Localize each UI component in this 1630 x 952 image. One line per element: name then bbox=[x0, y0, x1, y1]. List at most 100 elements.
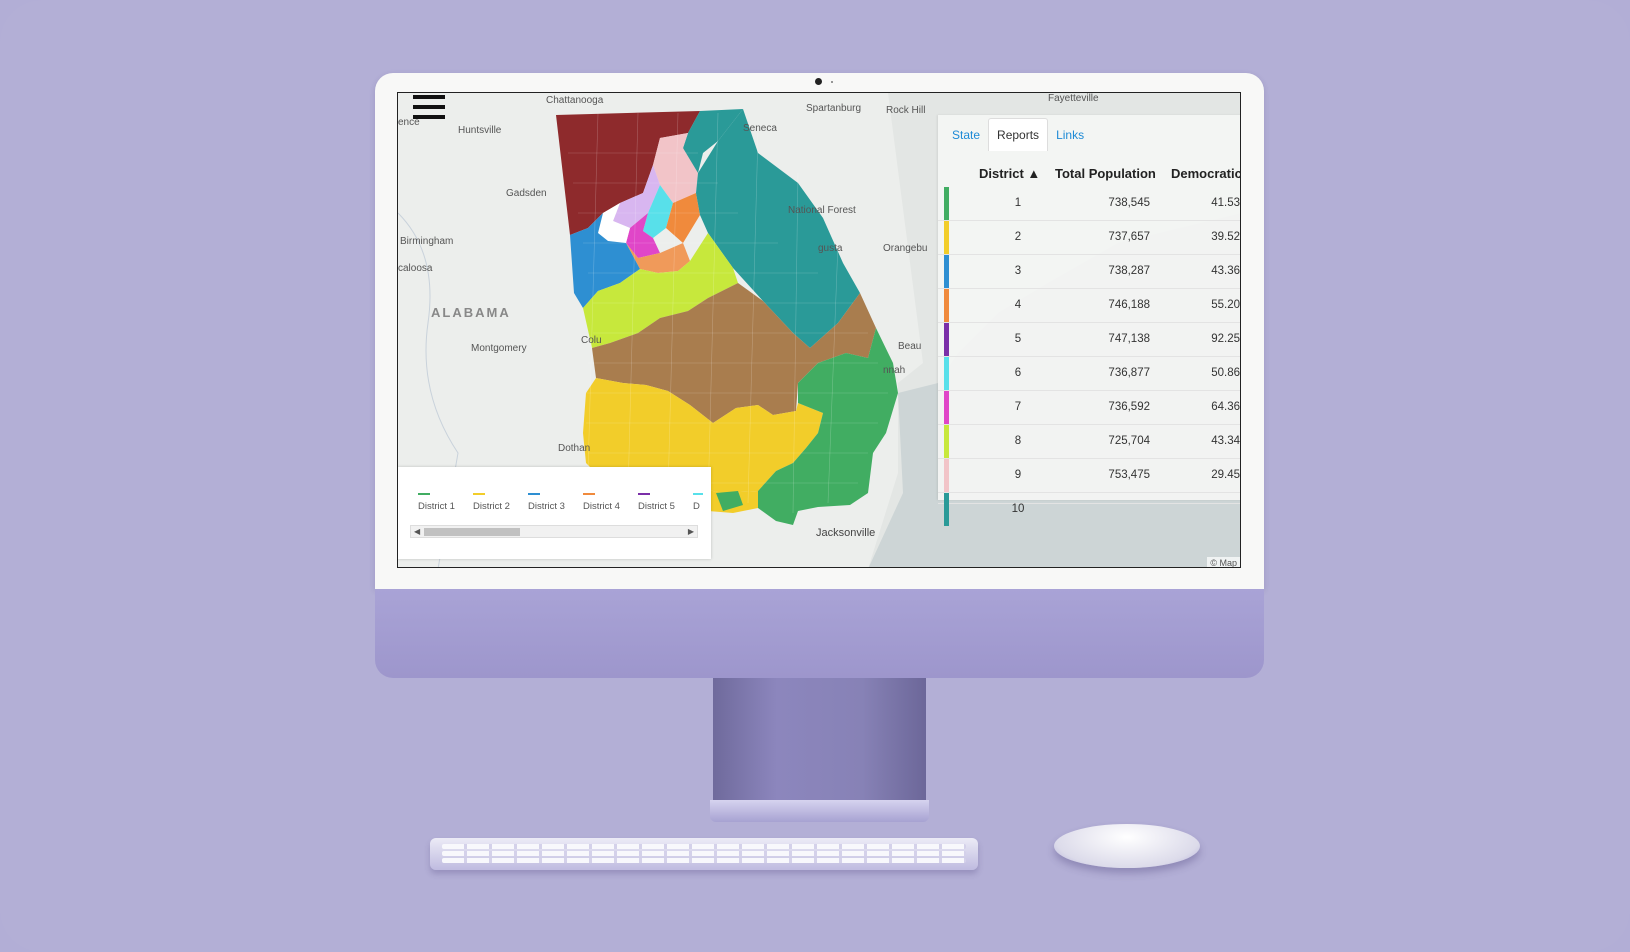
map-label-city: Orangebu bbox=[883, 243, 928, 254]
district-number: 7 bbox=[1014, 401, 1022, 413]
scroll-thumb[interactable] bbox=[424, 528, 520, 536]
tab-links[interactable]: Links bbox=[1048, 119, 1092, 151]
legend-line-icon bbox=[583, 493, 595, 495]
population-cell: 737,657 bbox=[1108, 231, 1150, 243]
camera bbox=[815, 78, 822, 85]
democratic-cell: 43.36 bbox=[1211, 265, 1240, 277]
legend-items: District 1 District 2 District 3 District 4… bbox=[418, 493, 703, 517]
legend-line-icon bbox=[473, 493, 485, 495]
map-label-city: Montgomery bbox=[471, 343, 527, 354]
app-screen: Chattanooga Spartanburg Rock Hill Fayett… bbox=[397, 92, 1241, 568]
legend-label: District 4 bbox=[583, 501, 620, 512]
map-label-text: National Forest bbox=[788, 205, 856, 216]
mouse bbox=[1054, 824, 1200, 868]
reports-panel: State Reports Links District ▲ Total Pop… bbox=[938, 115, 1240, 526]
district-color-swatch bbox=[944, 289, 949, 322]
district-color-swatch bbox=[944, 493, 949, 526]
district-table: 1 738,545 41.53 2 737,657 39.52 3 738,287 43.36 4… bbox=[938, 187, 1240, 526]
menu-icon[interactable] bbox=[413, 95, 445, 119]
democratic-cell: 43.34 bbox=[1211, 435, 1240, 447]
democratic-cell: 29.45 bbox=[1211, 469, 1240, 481]
population-cell: 738,287 bbox=[1108, 265, 1150, 277]
map-label-city: Fayetteville bbox=[1048, 93, 1099, 104]
map-label-city: Dothan bbox=[558, 443, 591, 454]
district-number: 10 bbox=[1011, 503, 1025, 515]
legend-line-icon bbox=[693, 493, 703, 495]
legend-label: District 2 bbox=[473, 501, 510, 512]
democratic-cell: 55.20 bbox=[1211, 299, 1240, 311]
legend-scrollbar[interactable]: ◀ ▶ bbox=[410, 525, 698, 538]
population-cell: 736,877 bbox=[1108, 367, 1150, 379]
district-number: 6 bbox=[1014, 367, 1022, 379]
democratic-cell: 50.86 bbox=[1211, 367, 1240, 379]
table-row[interactable]: 2 737,657 39.52 bbox=[938, 221, 1240, 255]
table-row[interactable]: 8 725,704 43.34 bbox=[938, 425, 1240, 459]
map-attribution[interactable]: © Map bbox=[1207, 557, 1240, 567]
table-row[interactable]: 3 738,287 43.36 bbox=[938, 255, 1240, 289]
legend-line-icon bbox=[418, 493, 430, 495]
map-label-city: Huntsville bbox=[458, 125, 502, 136]
democratic-cell: 64.36 bbox=[1211, 401, 1240, 413]
district-color-swatch bbox=[944, 425, 949, 458]
map-label-city: Seneca bbox=[743, 123, 777, 134]
legend-item[interactable]: District 4 bbox=[583, 493, 635, 512]
panel-tabs: State Reports Links bbox=[938, 115, 1092, 151]
district-legend: District 1 District 2 District 3 District 4… bbox=[398, 467, 711, 559]
device-background: Chattanooga Spartanburg Rock Hill Fayett… bbox=[0, 0, 1630, 952]
district-number: 2 bbox=[1014, 231, 1022, 243]
column-header-democratic[interactable]: Democratic bbox=[1171, 166, 1240, 181]
population-cell: 746,188 bbox=[1108, 299, 1150, 311]
map-label-city: Jacksonville bbox=[816, 527, 876, 539]
camera-sensor bbox=[831, 81, 833, 83]
table-row[interactable]: 4 746,188 55.20 bbox=[938, 289, 1240, 323]
map-label-city: gusta bbox=[818, 243, 843, 254]
population-cell: 736,592 bbox=[1108, 401, 1150, 413]
legend-item[interactable]: District 1 bbox=[418, 493, 470, 512]
table-row[interactable]: 9 753,475 29.45 bbox=[938, 459, 1240, 493]
population-cell: 725,704 bbox=[1108, 435, 1150, 447]
legend-label: D bbox=[693, 501, 700, 512]
scroll-left-icon[interactable]: ◀ bbox=[414, 527, 420, 536]
table-header: District ▲ Total Population Democratic bbox=[938, 159, 1240, 187]
district-number: 5 bbox=[1014, 333, 1022, 345]
population-cell: 738,545 bbox=[1108, 197, 1150, 209]
democratic-cell: 92.25 bbox=[1211, 333, 1240, 345]
tab-state[interactable]: State bbox=[944, 119, 988, 151]
district-color-swatch bbox=[944, 255, 949, 288]
column-header-district[interactable]: District ▲ bbox=[979, 166, 1040, 181]
legend-label: District 5 bbox=[638, 501, 675, 512]
district-number: 8 bbox=[1014, 435, 1022, 447]
keyboard-row bbox=[442, 851, 966, 856]
table-row[interactable]: 10 bbox=[938, 493, 1240, 526]
legend-item[interactable]: D bbox=[693, 493, 703, 512]
democratic-cell: 39.52 bbox=[1211, 231, 1240, 243]
legend-line-icon bbox=[528, 493, 540, 495]
monitor-stand bbox=[713, 678, 926, 803]
district-color-swatch bbox=[944, 459, 949, 492]
keyboard-row bbox=[442, 844, 966, 849]
map-label-city: Chattanooga bbox=[546, 95, 604, 106]
district-color-swatch bbox=[944, 357, 949, 390]
table-row[interactable]: 6 736,877 50.86 bbox=[938, 357, 1240, 391]
legend-item[interactable]: District 5 bbox=[638, 493, 690, 512]
column-header-population[interactable]: Total Population bbox=[1055, 166, 1156, 181]
map-label-city: Spartanburg bbox=[806, 103, 862, 114]
map-label-city: caloosa bbox=[398, 263, 433, 274]
legend-line-icon bbox=[638, 493, 650, 495]
legend-item[interactable]: District 3 bbox=[528, 493, 580, 512]
map-label-city: Birmingham bbox=[400, 236, 454, 247]
district-color-swatch bbox=[944, 391, 949, 424]
legend-item[interactable]: District 2 bbox=[473, 493, 525, 512]
monitor-stand-base bbox=[710, 800, 929, 822]
table-row[interactable]: 7 736,592 64.36 bbox=[938, 391, 1240, 425]
scroll-right-icon[interactable]: ▶ bbox=[688, 527, 694, 536]
map-label-city: Rock Hill bbox=[886, 105, 926, 116]
population-cell: 747,138 bbox=[1108, 333, 1150, 345]
map-label-city: nnah bbox=[883, 365, 906, 376]
democratic-cell: 41.53 bbox=[1211, 197, 1240, 209]
table-row[interactable]: 5 747,138 92.25 bbox=[938, 323, 1240, 357]
keyboard-row bbox=[442, 858, 966, 863]
tab-reports[interactable]: Reports bbox=[988, 118, 1049, 151]
monitor-chin bbox=[375, 589, 1264, 678]
table-row[interactable]: 1 738,545 41.53 bbox=[938, 187, 1240, 221]
